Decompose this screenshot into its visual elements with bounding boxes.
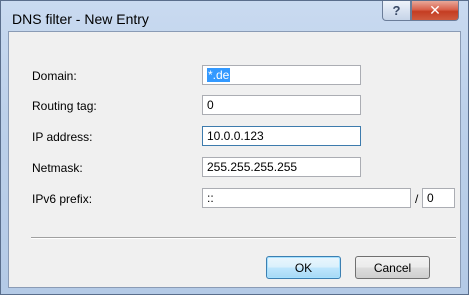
dialog-window: DNS filter - New Entry ? ✕ Domain: *.de … [0,0,469,295]
domain-field[interactable]: *.de [202,65,361,85]
window-title: DNS filter - New Entry [12,11,149,27]
netmask-label: Netmask: [32,161,83,175]
domain-label: Domain: [32,69,77,83]
routing-tag-field[interactable]: 0 [202,95,361,115]
separator-line [31,237,456,239]
prefix-length-field[interactable]: 0 [422,188,455,208]
close-button[interactable]: ✕ [411,1,459,21]
netmask-field[interactable]: 255.255.255.255 [202,157,361,177]
help-icon: ? [392,3,401,18]
domain-value: *.de [207,68,231,82]
routing-tag-value: 0 [207,98,214,112]
ipv6-prefix-label: IPv6 prefix: [32,192,93,206]
ipv6-prefix-value: :: [207,191,214,205]
ok-button[interactable]: OK [266,256,341,279]
ip-address-value: 10.0.0.123 [207,129,264,143]
dialog-body: Domain: *.de Routing tag: 0 IP address: … [8,31,461,288]
ip-address-label: IP address: [32,130,93,144]
ipv6-prefix-field[interactable]: :: [202,188,411,208]
cancel-button[interactable]: Cancel [355,256,430,279]
ip-address-field[interactable]: 10.0.0.123 [202,126,361,146]
routing-tag-label: Routing tag: [32,99,97,113]
close-icon: ✕ [429,2,441,18]
help-button[interactable]: ? [382,1,411,21]
prefix-separator: / [415,192,419,206]
prefix-length-value: 0 [427,191,434,205]
netmask-value: 255.255.255.255 [207,160,298,174]
title-bar[interactable]: DNS filter - New Entry ? ✕ [1,1,468,31]
